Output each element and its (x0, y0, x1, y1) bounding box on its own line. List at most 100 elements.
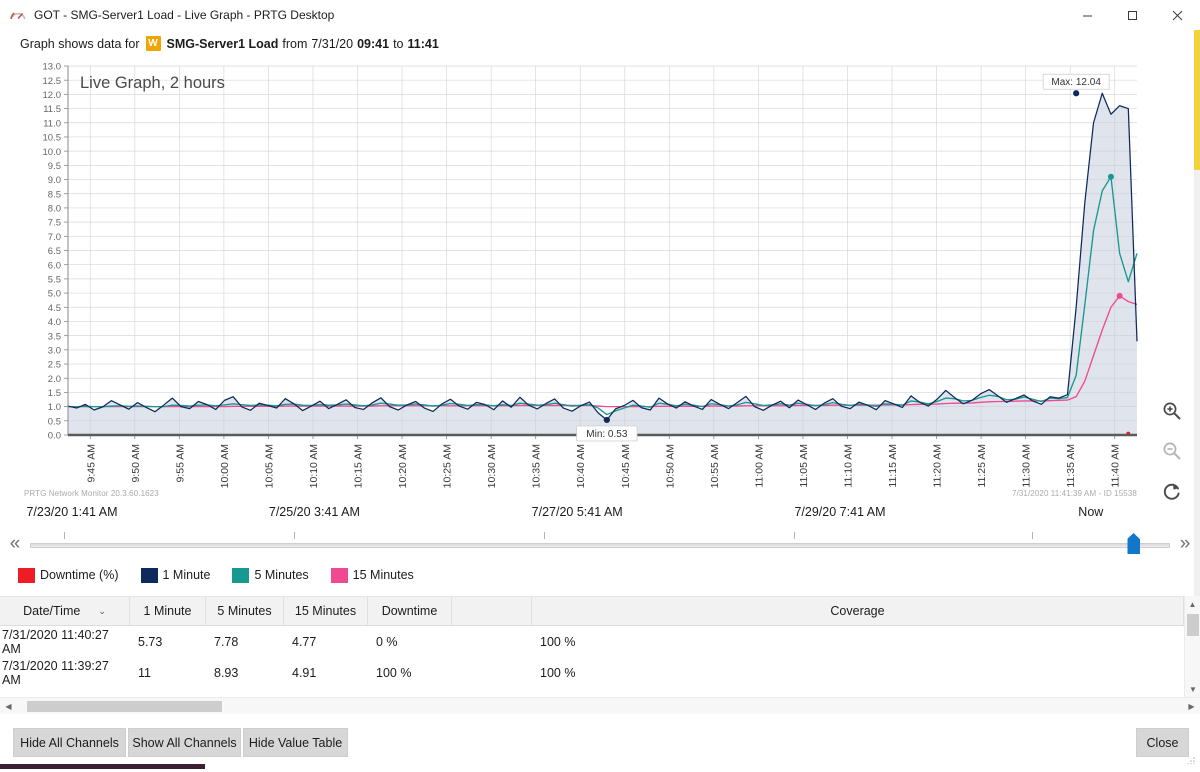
svg-text:2.5: 2.5 (48, 360, 61, 371)
svg-text:Live Graph, 2 hours: Live Graph, 2 hours (80, 74, 225, 92)
svg-text:Max: 12.04: Max: 12.04 (1051, 77, 1101, 88)
svg-text:10:00 AM: 10:00 AM (219, 444, 231, 488)
scroll-left-icon[interactable]: ◀ (0, 702, 17, 711)
svg-text:11:15 AM: 11:15 AM (887, 444, 899, 488)
close-button[interactable]: Close (1136, 728, 1189, 757)
timeline-label-4: Now (1078, 505, 1104, 519)
timeline-label-1: 7/25/20 3:41 AM (268, 505, 360, 519)
title-bar: GOT - SMG-Server1 Load - Live Graph - PR… (0, 0, 1200, 30)
table-cell-coverage: 100 % (540, 634, 576, 649)
legend-label: Downtime (%) (40, 568, 119, 582)
horizontal-scroll-track[interactable] (17, 698, 1183, 715)
legend-item-0[interactable]: Downtime (%) (18, 567, 119, 583)
value-table: Date/Time ⌄ 1 Minute 5 Minutes 15 Minutes Dow… (0, 596, 1200, 713)
value-table-vertical-scrollbar[interactable]: ▲ ▼ (1184, 596, 1200, 697)
timeline-label-3: 7/29/20 7:41 AM (794, 505, 886, 519)
zoom-out-icon[interactable] (1159, 438, 1185, 464)
table-cell-downtime: 100 % (376, 665, 412, 680)
window-title: GOT - SMG-Server1 Load - Live Graph - PR… (34, 8, 335, 22)
vertical-scroll-thumb[interactable] (1187, 614, 1199, 636)
column-header-label: 1 Minute (143, 604, 192, 618)
chart-canvas[interactable]: 0.0 0.5 1.0 1.5 2.0 2.5 3.0 3.5 4.0 4.5 5.0 5.5 6.0 6… (20, 58, 1145, 498)
svg-text:2.0: 2.0 (48, 374, 61, 385)
subheader-to-word: to (393, 36, 404, 51)
chart-tool-rail (1152, 398, 1192, 504)
close-icon[interactable] (1155, 0, 1200, 30)
subheader-from-word: from (282, 36, 308, 51)
hide-value-table-button[interactable]: Hide Value Table (243, 728, 348, 757)
column-header-label: Downtime (381, 604, 438, 618)
svg-text:6.0: 6.0 (48, 260, 61, 271)
svg-text:12.5: 12.5 (43, 76, 62, 87)
legend-swatch-icon (232, 567, 250, 583)
show-all-channels-button[interactable]: Show All Channels (128, 728, 241, 757)
legend-label: 5 Minutes (254, 568, 309, 582)
svg-text:9.0: 9.0 (48, 175, 61, 186)
table-cell-five-minutes: 7.78 (214, 634, 239, 649)
svg-text:13.0: 13.0 (43, 62, 62, 73)
table-row[interactable]: 7/31/2020 11:40:27 AM 5.73 7.78 4.77 0 % 100 … (0, 626, 1200, 657)
column-header-blank[interactable] (452, 597, 532, 625)
column-header-15-minutes[interactable]: 15 Minutes (284, 597, 368, 625)
svg-text:10:15 AM: 10:15 AM (353, 444, 365, 488)
timeline-handle[interactable] (1127, 533, 1141, 554)
svg-text:5.0: 5.0 (48, 289, 61, 300)
value-table-horizontal-scrollbar[interactable]: ◀ ▶ (0, 697, 1200, 714)
button-label: Hide Value Table (248, 735, 343, 750)
minimize-button[interactable] (1065, 0, 1110, 30)
legend-swatch-icon (330, 567, 348, 583)
timeline-track[interactable] (30, 532, 1170, 554)
column-header-1-minute[interactable]: 1 Minute (130, 597, 206, 625)
table-cell-datetime: 7/31/2020 11:39:27 AM (2, 658, 109, 687)
svg-text:11:30 AM: 11:30 AM (1021, 444, 1033, 488)
svg-text:10:10 AM: 10:10 AM (308, 444, 320, 488)
scroll-down-icon[interactable]: ▼ (1185, 681, 1200, 697)
sensor-name: SMG-Server1 Load (166, 36, 279, 51)
column-header-coverage[interactable]: Coverage (532, 597, 1184, 625)
window-controls (1065, 0, 1200, 30)
chevron-down-icon[interactable]: ⌄ (98, 606, 106, 617)
hide-all-channels-button[interactable]: Hide All Channels (13, 728, 126, 757)
column-header-label: Coverage (830, 604, 885, 618)
svg-text:11:25 AM: 11:25 AM (976, 444, 988, 488)
svg-text:10.5: 10.5 (43, 133, 62, 144)
column-header-downtime[interactable]: Downtime (368, 597, 452, 625)
scroll-up-icon[interactable]: ▲ (1185, 596, 1200, 612)
legend-item-1[interactable]: 1 Minute (140, 567, 210, 583)
svg-text:10:35 AM: 10:35 AM (531, 444, 543, 488)
scroll-right-icon[interactable]: ▶ (1183, 702, 1200, 711)
column-header-date-time[interactable]: Date/Time ⌄ (0, 597, 130, 625)
button-label: Close (1146, 735, 1179, 750)
column-header-label: 5 Minutes (217, 604, 272, 618)
desktop-taskbar-sliver (0, 764, 1200, 769)
svg-text:10:55 AM: 10:55 AM (709, 444, 721, 488)
table-cell-downtime: 0 % (376, 634, 398, 649)
chart-legend: Downtime (%) 1 Minute 5 Minutes 15 Minutes (18, 565, 436, 585)
column-header-5-minutes[interactable]: 5 Minutes (206, 597, 284, 625)
timeline-next-button[interactable]: » (1170, 534, 1200, 553)
svg-text:10.0: 10.0 (43, 147, 62, 158)
legend-item-3[interactable]: 15 Minutes (330, 567, 414, 583)
legend-item-2[interactable]: 5 Minutes (232, 567, 309, 583)
table-cell-five-minutes: 8.93 (214, 665, 239, 680)
timeline-labels: 7/23/20 1:41 AM 7/25/20 3:41 AM 7/27/20 5:… (0, 505, 1200, 527)
zoom-in-icon[interactable] (1159, 398, 1185, 424)
svg-text:0.0: 0.0 (48, 431, 61, 442)
svg-text:11:40 AM: 11:40 AM (1110, 444, 1122, 488)
svg-text:8.5: 8.5 (48, 189, 61, 200)
footer-button-bar: Hide All Channels Show All Channels Hide V… (0, 714, 1200, 769)
table-row[interactable]: 7/31/2020 11:39:27 AM 11 8.93 4.91 100 % 100 … (0, 657, 1200, 688)
svg-text:9:55 AM: 9:55 AM (174, 444, 186, 483)
horizontal-scroll-thumb[interactable] (27, 700, 222, 712)
maximize-button[interactable] (1110, 0, 1155, 30)
svg-text:10:50 AM: 10:50 AM (664, 444, 676, 488)
timeline-prev-button[interactable]: « (0, 534, 30, 553)
timeline-scrubber[interactable]: 7/23/20 1:41 AM 7/25/20 3:41 AM 7/27/20 5:… (0, 505, 1200, 554)
subheader-date: 7/31/20 (311, 36, 354, 51)
timeline-tick-3 (793, 532, 795, 539)
timeline-track-rail[interactable] (30, 543, 1170, 548)
refresh-icon[interactable] (1159, 478, 1185, 504)
svg-text:6.5: 6.5 (48, 246, 61, 257)
live-graph-chart[interactable]: 0.0 0.5 1.0 1.5 2.0 2.5 3.0 3.5 4.0 4.5 5.0 5.5 6.0 6… (20, 58, 1145, 498)
graph-subheader: Graph shows data for W SMG-Server1 Load … (20, 36, 439, 51)
